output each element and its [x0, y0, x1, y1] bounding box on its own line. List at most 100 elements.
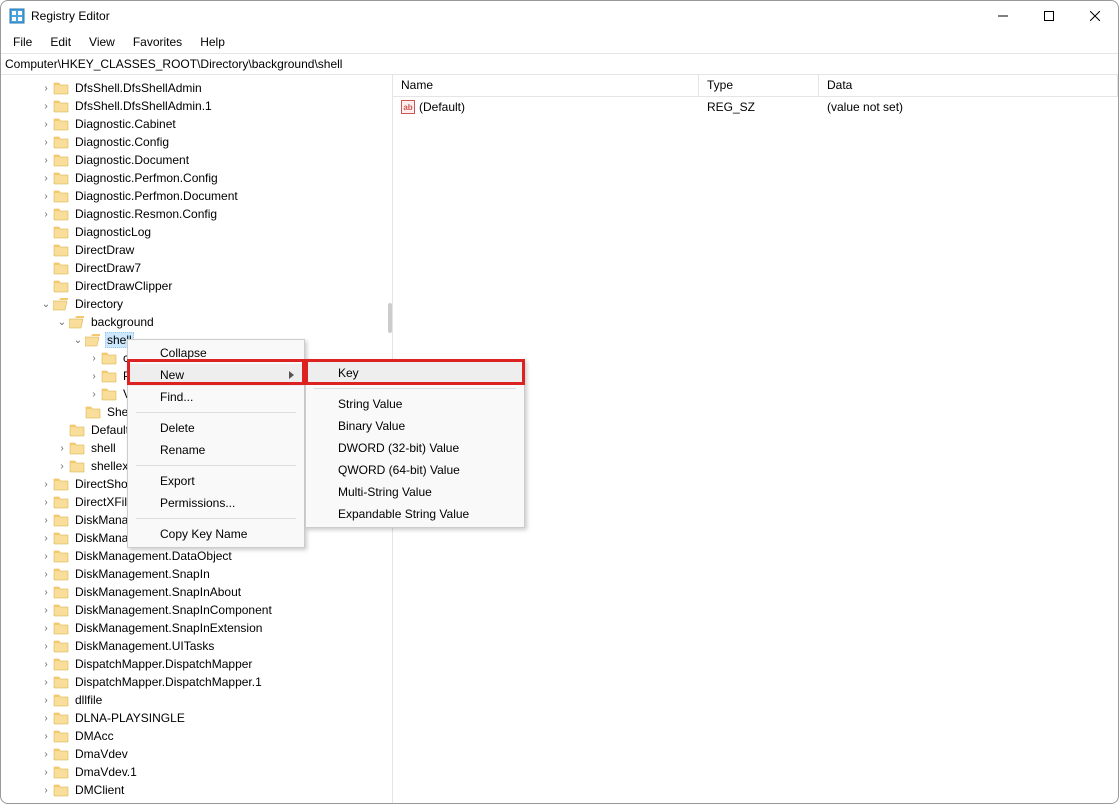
close-button[interactable]: [1072, 1, 1118, 31]
ctx-item-export[interactable]: Export: [128, 470, 304, 492]
tree-node[interactable]: ›DfsShell.DfsShellAdmin: [1, 79, 392, 97]
tree-node[interactable]: ›DLNA-PLAYSINGLE: [1, 709, 392, 727]
minimize-button[interactable]: [980, 1, 1026, 31]
menu-view[interactable]: View: [81, 33, 123, 51]
chevron-right-icon[interactable]: ›: [39, 623, 53, 634]
chevron-right-icon[interactable]: ›: [39, 749, 53, 760]
ctx-item-rename[interactable]: Rename: [128, 439, 304, 461]
chevron-right-icon[interactable]: ›: [39, 173, 53, 184]
tree-node[interactable]: ›DfsShell.DfsShellAdmin.1: [1, 97, 392, 115]
ctx-new-binary-value[interactable]: Binary Value: [306, 415, 524, 437]
chevron-right-icon[interactable]: ›: [39, 209, 53, 220]
chevron-right-icon[interactable]: ›: [39, 677, 53, 688]
tree-node[interactable]: ›DiskManagement.SnapInExtension: [1, 619, 392, 637]
ctx-new-qword-64-bit-value[interactable]: QWORD (64-bit) Value: [306, 459, 524, 481]
ctx-item-permissions-[interactable]: Permissions...: [128, 492, 304, 514]
chevron-right-icon[interactable]: ›: [39, 785, 53, 796]
chevron-right-icon[interactable]: ›: [39, 695, 53, 706]
tree-node[interactable]: ›DiskManagement.SnapIn: [1, 565, 392, 583]
chevron-right-icon[interactable]: ›: [55, 443, 69, 454]
ctx-new-multi-string-value[interactable]: Multi-String Value: [306, 481, 524, 503]
tree-node[interactable]: ›DiskManagement.DataObject: [1, 547, 392, 565]
ctx-item-new[interactable]: New: [128, 364, 304, 386]
chevron-right-icon[interactable]: ›: [39, 101, 53, 112]
menu-help[interactable]: Help: [192, 33, 233, 51]
tree-node[interactable]: ›Diagnostic.Cabinet: [1, 115, 392, 133]
tree-node[interactable]: ›Diagnostic.Config: [1, 133, 392, 151]
chevron-right-icon[interactable]: ›: [39, 191, 53, 202]
ctx-new-dword-32-bit-value[interactable]: DWORD (32-bit) Value: [306, 437, 524, 459]
menu-file[interactable]: File: [5, 33, 40, 51]
tree-node-label: dllfile: [73, 693, 104, 707]
ctx-new-key[interactable]: Key: [306, 362, 524, 384]
menu-favorites[interactable]: Favorites: [125, 33, 190, 51]
tree-node[interactable]: DirectDrawClipper: [1, 277, 392, 295]
ctx-item-copy-key-name[interactable]: Copy Key Name: [128, 523, 304, 545]
chevron-down-icon[interactable]: ⌄: [55, 317, 69, 328]
tree-node[interactable]: › DMClient: [1, 781, 392, 799]
tree-node-label: background: [89, 315, 156, 329]
chevron-right-icon[interactable]: ›: [55, 461, 69, 472]
chevron-right-icon[interactable]: ›: [39, 659, 53, 670]
ctx-item-delete[interactable]: Delete: [128, 417, 304, 439]
menu-edit[interactable]: Edit: [42, 33, 79, 51]
tree-node[interactable]: › dllfile: [1, 691, 392, 709]
ctx-item-collapse[interactable]: Collapse: [128, 342, 304, 364]
chevron-right-icon[interactable]: ›: [39, 137, 53, 148]
chevron-right-icon[interactable]: ›: [39, 83, 53, 94]
tree-node[interactable]: ⌄ background: [1, 313, 392, 331]
col-type[interactable]: Type: [699, 75, 819, 96]
col-data[interactable]: Data: [819, 75, 1118, 96]
tree-node[interactable]: ›DispatchMapper.DispatchMapper: [1, 655, 392, 673]
ctx-new-expandable-string-value[interactable]: Expandable String Value: [306, 503, 524, 525]
folder-icon: [53, 693, 69, 707]
chevron-right-icon[interactable]: ›: [39, 767, 53, 778]
tree-node[interactable]: ›DiskManagement.UITasks: [1, 637, 392, 655]
tree-node[interactable]: DirectDraw: [1, 241, 392, 259]
tree-node-label: DiskManagement.SnapInAbout: [73, 585, 243, 599]
chevron-right-icon[interactable]: ›: [39, 587, 53, 598]
chevron-right-icon[interactable]: ›: [39, 569, 53, 580]
chevron-right-icon[interactable]: ›: [39, 497, 53, 508]
chevron-right-icon[interactable]: ›: [87, 371, 101, 382]
chevron-right-icon[interactable]: ›: [39, 713, 53, 724]
chevron-right-icon[interactable]: ›: [87, 353, 101, 364]
tree-node[interactable]: › DiskManagement.SnapInAbout: [1, 583, 392, 601]
tree-node[interactable]: ›DiskManagement.SnapInComponent: [1, 601, 392, 619]
tree-node[interactable]: ›Diagnostic.Resmon.Config: [1, 205, 392, 223]
chevron-right-icon[interactable]: ›: [39, 641, 53, 652]
tree-node[interactable]: ⌄Directory: [1, 295, 392, 313]
tree-node[interactable]: ›DMAcc: [1, 727, 392, 745]
chevron-right-icon[interactable]: ›: [39, 551, 53, 562]
tree-node[interactable]: ›Diagnostic.Perfmon.Document: [1, 187, 392, 205]
value-row[interactable]: ab(Default)REG_SZ(value not set): [393, 97, 1118, 117]
chevron-right-icon[interactable]: ›: [39, 731, 53, 742]
chevron-right-icon[interactable]: ›: [39, 155, 53, 166]
tree-node[interactable]: ›Diagnostic.Perfmon.Config: [1, 169, 392, 187]
ctx-new-string-value[interactable]: String Value: [306, 393, 524, 415]
chevron-right-icon[interactable]: ›: [39, 605, 53, 616]
chevron-right-icon[interactable]: ›: [87, 389, 101, 400]
chevron-down-icon[interactable]: ⌄: [39, 299, 53, 310]
folder-icon: [53, 567, 69, 581]
maximize-button[interactable]: [1026, 1, 1072, 31]
folder-icon: [53, 495, 69, 509]
tree-node[interactable]: ›DmaVdev: [1, 745, 392, 763]
chevron-right-icon[interactable]: ›: [39, 533, 53, 544]
address-bar[interactable]: Computer\HKEY_CLASSES_ROOT\Directory\bac…: [1, 53, 1118, 75]
tree-node-label: DMClient: [73, 783, 126, 797]
tree-node[interactable]: ›Diagnostic.Document: [1, 151, 392, 169]
tree-node[interactable]: ›DmaVdev.1: [1, 763, 392, 781]
tree-node[interactable]: ›DispatchMapper.DispatchMapper.1: [1, 673, 392, 691]
chevron-right-icon[interactable]: ›: [39, 119, 53, 130]
chevron-down-icon[interactable]: ⌄: [71, 335, 85, 346]
chevron-right-icon[interactable]: ›: [39, 515, 53, 526]
tree-node[interactable]: DiagnosticLog: [1, 223, 392, 241]
splitter-handle[interactable]: [388, 303, 392, 333]
ctx-item-find-[interactable]: Find...: [128, 386, 304, 408]
col-name[interactable]: Name: [393, 75, 699, 96]
tree-node[interactable]: DirectDraw7: [1, 259, 392, 277]
folder-icon: [53, 225, 69, 239]
chevron-right-icon[interactable]: ›: [39, 479, 53, 490]
folder-icon: [101, 387, 117, 401]
